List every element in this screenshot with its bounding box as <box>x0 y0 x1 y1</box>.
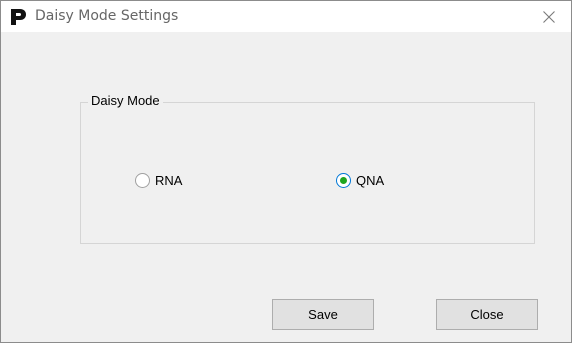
app-logo-icon <box>10 9 26 25</box>
radio-rna-label: RNA <box>155 173 183 188</box>
title-bar: Daisy Mode Settings <box>1 1 571 32</box>
radio-qna-dot <box>340 177 347 184</box>
radio-qna-circle[interactable] <box>336 173 351 188</box>
radio-rna-circle[interactable] <box>135 173 150 188</box>
save-button[interactable]: Save <box>272 299 374 330</box>
radio-qna[interactable]: QNA <box>336 173 384 188</box>
radio-rna[interactable]: RNA <box>135 173 182 188</box>
dialog-window: Daisy Mode Settings Daisy Mode RNA QNA S… <box>0 0 572 343</box>
close-icon[interactable] <box>528 1 570 32</box>
window-title: Daisy Mode Settings <box>35 8 179 24</box>
radio-qna-label: QNA <box>356 173 385 188</box>
close-button[interactable]: Close <box>436 299 538 330</box>
radio-rna-dot <box>139 177 146 184</box>
groupbox-label: Daisy Mode <box>88 93 163 108</box>
